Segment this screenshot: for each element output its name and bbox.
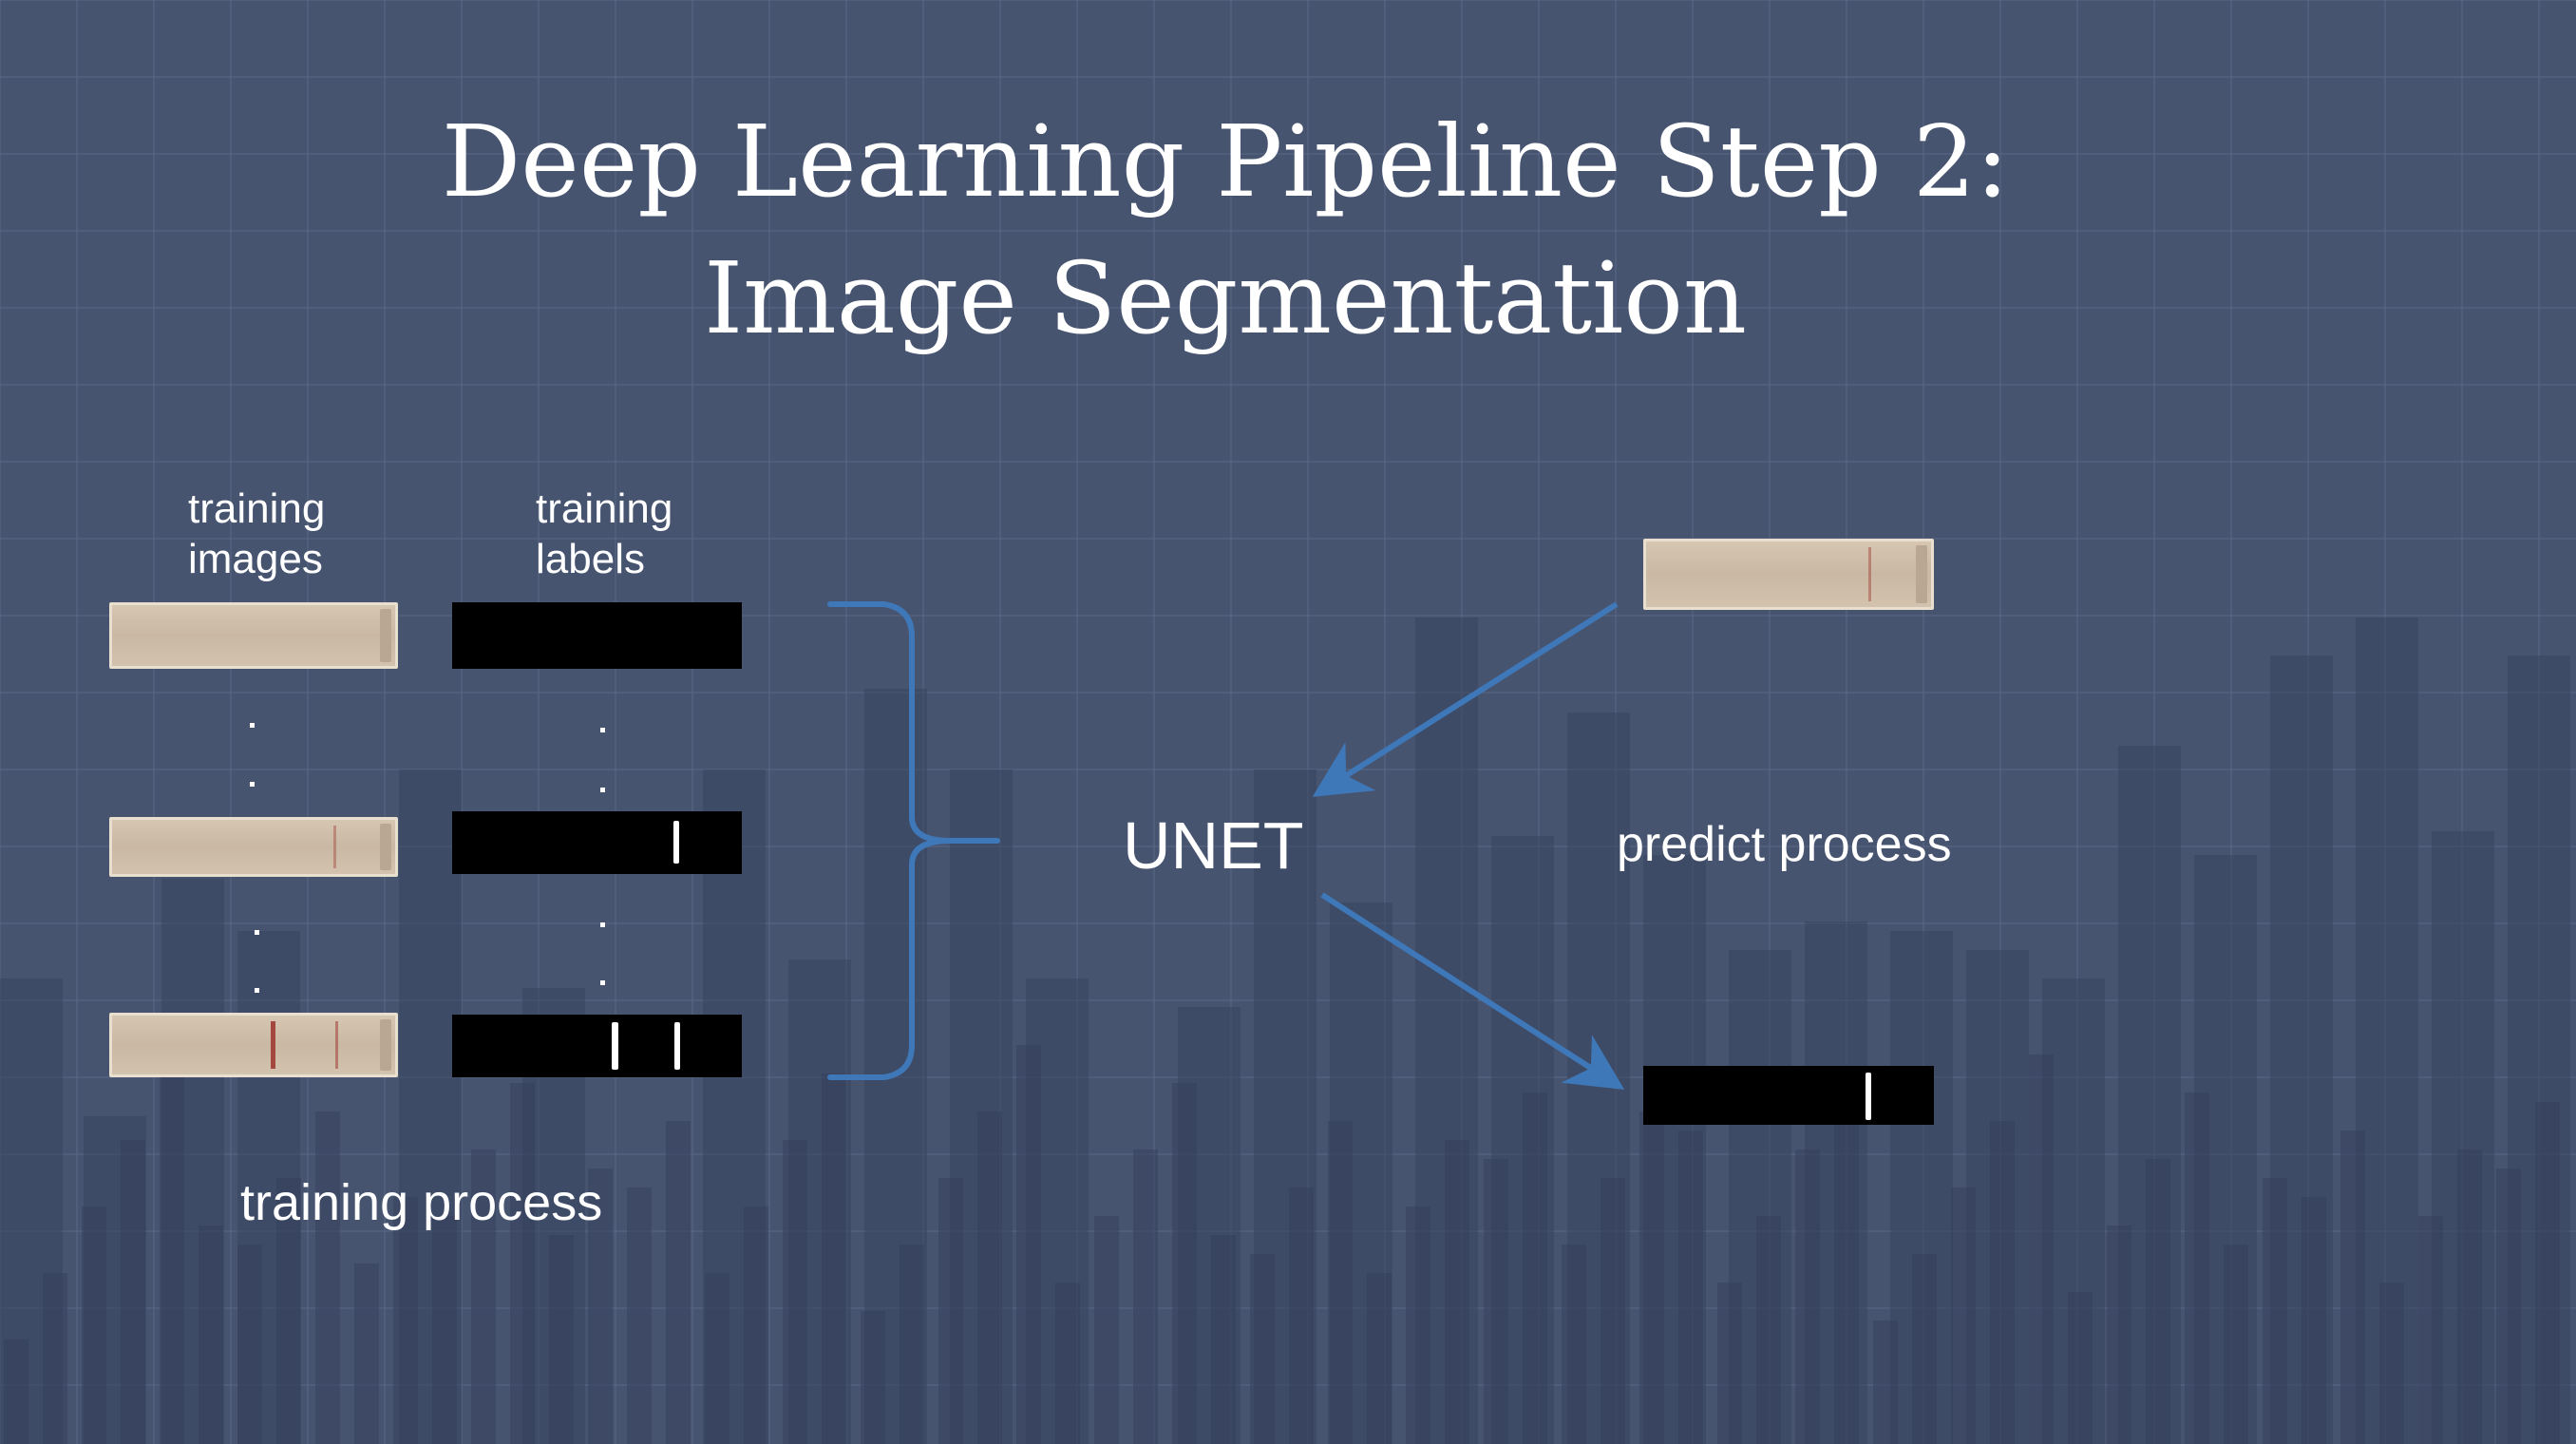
arrow-out-icon — [1320, 892, 1625, 1090]
diagram-connectors — [827, 601, 1625, 1090]
curly-brace-icon — [827, 601, 1000, 1080]
slide: Deep Learning Pipeline Step 2: Image Seg… — [0, 0, 2576, 1444]
arrow-in-icon — [1312, 601, 1619, 797]
